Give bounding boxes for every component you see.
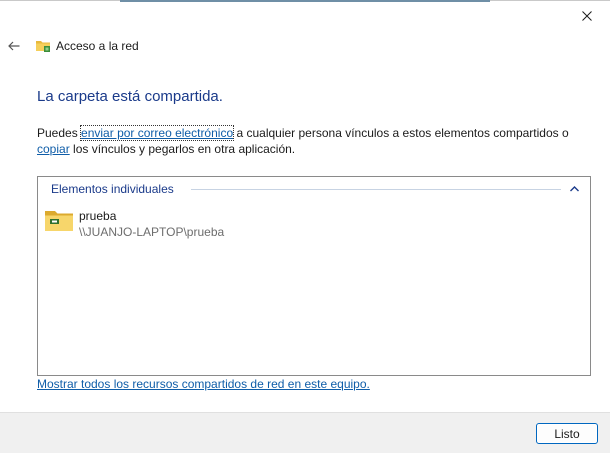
dialog-footer: Listo bbox=[0, 412, 610, 453]
done-button[interactable]: Listo bbox=[536, 423, 598, 444]
group-label: Elementos individuales bbox=[51, 182, 178, 196]
shared-folder-icon bbox=[45, 211, 73, 231]
dialog-header: Acceso a la red bbox=[0, 32, 610, 60]
group-header[interactable]: Elementos individuales bbox=[51, 182, 581, 196]
share-description: Puedes enviar por correo electrónico a c… bbox=[37, 125, 582, 157]
show-all-shares-link[interactable]: Mostrar todos los recursos compartidos d… bbox=[37, 377, 370, 391]
back-arrow-icon bbox=[8, 41, 20, 51]
page-title: La carpeta está compartida. bbox=[37, 88, 223, 105]
shared-items-list[interactable]: Elementos individuales prueba \\JUANJO-L… bbox=[37, 176, 591, 376]
desc-prefix: Puedes bbox=[37, 126, 82, 140]
close-icon bbox=[582, 11, 592, 21]
window-title: Acceso a la red bbox=[56, 39, 139, 53]
desc-suffix: los vínculos y pegarlos en otra aplicaci… bbox=[69, 142, 296, 156]
item-name: prueba bbox=[79, 209, 117, 223]
group-divider bbox=[191, 189, 561, 190]
desc-middle: a cualquier persona vínculos a estos ele… bbox=[233, 126, 569, 140]
collapse-group-button[interactable] bbox=[567, 182, 581, 196]
list-item[interactable]: prueba \\JUANJO-LAPTOP\prueba bbox=[44, 207, 304, 241]
item-path: \\JUANJO-LAPTOP\prueba bbox=[79, 225, 225, 239]
network-folder-icon bbox=[36, 41, 50, 52]
back-button[interactable] bbox=[4, 36, 24, 56]
close-button[interactable] bbox=[564, 0, 610, 32]
window-accent-line bbox=[120, 0, 490, 2]
chevron-up-icon bbox=[569, 186, 579, 192]
copy-link[interactable]: copiar bbox=[37, 142, 70, 156]
email-link[interactable]: enviar por correo electrónico bbox=[80, 125, 235, 141]
